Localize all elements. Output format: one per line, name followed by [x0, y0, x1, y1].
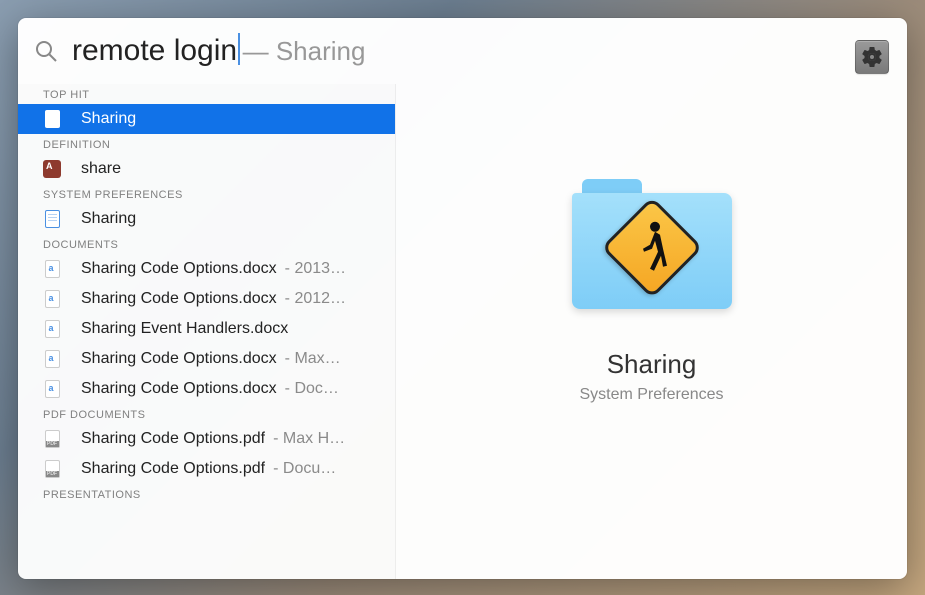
- result-row[interactable]: share: [18, 154, 395, 184]
- section-header: TOP HIT: [18, 84, 395, 104]
- result-title: Sharing Code Options.pdf: [81, 430, 265, 448]
- docx-icon: [45, 350, 60, 368]
- search-query[interactable]: remote login: [72, 34, 237, 68]
- result-title: share: [81, 160, 121, 178]
- result-title: Sharing Code Options.pdf: [81, 460, 265, 478]
- gear-icon: [860, 45, 884, 69]
- pdf-icon: [45, 460, 60, 478]
- result-row[interactable]: Sharing Event Handlers.docx: [18, 314, 395, 344]
- text-cursor: [238, 33, 240, 65]
- section-header: DOCUMENTS: [18, 234, 395, 254]
- pedestrian-icon: [630, 219, 674, 275]
- section-header: SYSTEM PREFERENCES: [18, 184, 395, 204]
- sharing-folder-icon: [572, 179, 732, 309]
- section-header: DEFINITION: [18, 134, 395, 154]
- section-header: PRESENTATIONS: [18, 484, 395, 504]
- spotlight-window: remote login — Sharing TOP HIT Sharing DEF…: [18, 18, 907, 579]
- preview-pane: Sharing System Preferences: [396, 84, 907, 579]
- result-row[interactable]: Sharing Code Options.pdf - Max H…: [18, 424, 395, 454]
- result-row[interactable]: Sharing Code Options.docx - Doc…: [18, 374, 395, 404]
- pdf-icon: [45, 430, 60, 448]
- section-header: PDF DOCUMENTS: [18, 404, 395, 424]
- result-row[interactable]: Sharing: [18, 204, 395, 234]
- search-completion: — Sharing: [243, 36, 366, 67]
- result-meta: - 2013…: [285, 260, 346, 278]
- result-row[interactable]: Sharing Code Options.docx - Max…: [18, 344, 395, 374]
- content-area: TOP HIT Sharing DEFINITION share SYSTEM PREF…: [18, 84, 907, 579]
- preview-title: Sharing: [607, 349, 697, 380]
- result-meta: - Doc…: [285, 380, 339, 398]
- result-row[interactable]: Sharing: [18, 104, 395, 134]
- dictionary-icon: [43, 160, 61, 178]
- result-title: Sharing Event Handlers.docx: [81, 320, 288, 338]
- result-row[interactable]: Sharing Code Options.docx - 2012…: [18, 284, 395, 314]
- prefpane-icon: [45, 210, 60, 228]
- result-title: Sharing Code Options.docx: [81, 350, 277, 368]
- result-meta: - 2012…: [285, 290, 346, 308]
- result-row[interactable]: Sharing Code Options.pdf - Docu…: [18, 454, 395, 484]
- result-meta: - Max H…: [273, 430, 345, 448]
- result-row[interactable]: Sharing Code Options.docx - 2013…: [18, 254, 395, 284]
- docx-icon: [45, 260, 60, 278]
- preview-subtitle: System Preferences: [579, 386, 723, 404]
- result-meta: - Docu…: [273, 460, 336, 478]
- docx-icon: [45, 290, 60, 308]
- result-title: Sharing: [81, 110, 136, 128]
- docx-icon: [45, 380, 60, 398]
- prefpane-icon: [45, 110, 60, 128]
- result-meta: - Max…: [285, 350, 341, 368]
- docx-icon: [45, 320, 60, 338]
- search-icon: [34, 39, 58, 63]
- result-title: Sharing Code Options.docx: [81, 380, 277, 398]
- result-title: Sharing Code Options.docx: [81, 260, 277, 278]
- result-title: Sharing Code Options.docx: [81, 290, 277, 308]
- result-title: Sharing: [81, 210, 136, 228]
- results-list[interactable]: TOP HIT Sharing DEFINITION share SYSTEM PREF…: [18, 84, 396, 579]
- settings-button[interactable]: [855, 40, 889, 74]
- search-bar[interactable]: remote login — Sharing: [18, 18, 907, 84]
